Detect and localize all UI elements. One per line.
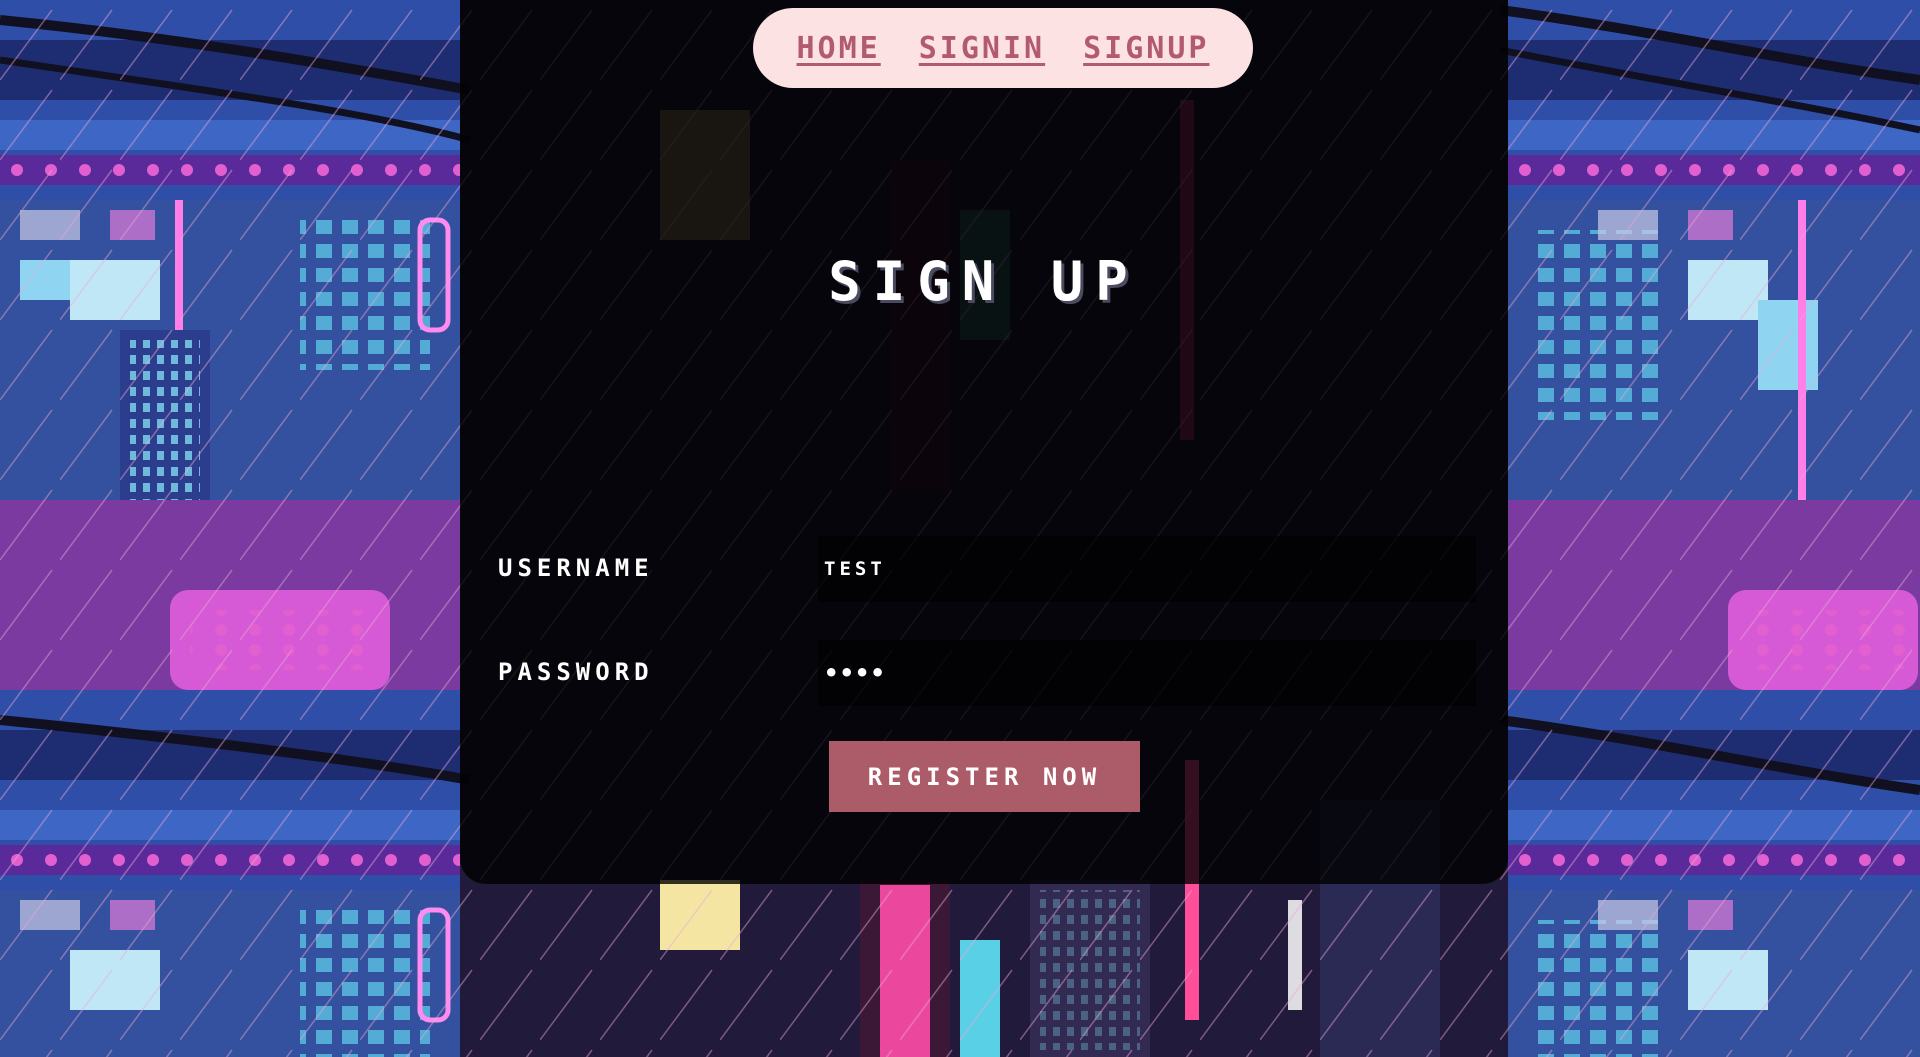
username-row: USERNAME: [460, 536, 1508, 602]
signup-panel: SIGN UP USERNAME PASSWORD REGISTER NOW: [460, 0, 1508, 884]
register-button[interactable]: REGISTER NOW: [829, 741, 1140, 812]
username-label: USERNAME: [498, 554, 654, 582]
page-title: SIGN UP: [828, 250, 1140, 313]
nav-signup-link[interactable]: SIGNUP: [1083, 31, 1209, 66]
password-row: PASSWORD: [460, 640, 1508, 706]
top-nav: HOME SIGNIN SIGNUP: [753, 8, 1253, 88]
password-input[interactable]: [818, 640, 1476, 706]
username-input[interactable]: [818, 536, 1476, 602]
page: HOME SIGNIN SIGNUP SIGN UP USERNAME PASS…: [0, 0, 1920, 1057]
password-label: PASSWORD: [498, 658, 654, 686]
nav-home-link[interactable]: HOME: [797, 31, 881, 66]
nav-signin-link[interactable]: SIGNIN: [919, 31, 1045, 66]
